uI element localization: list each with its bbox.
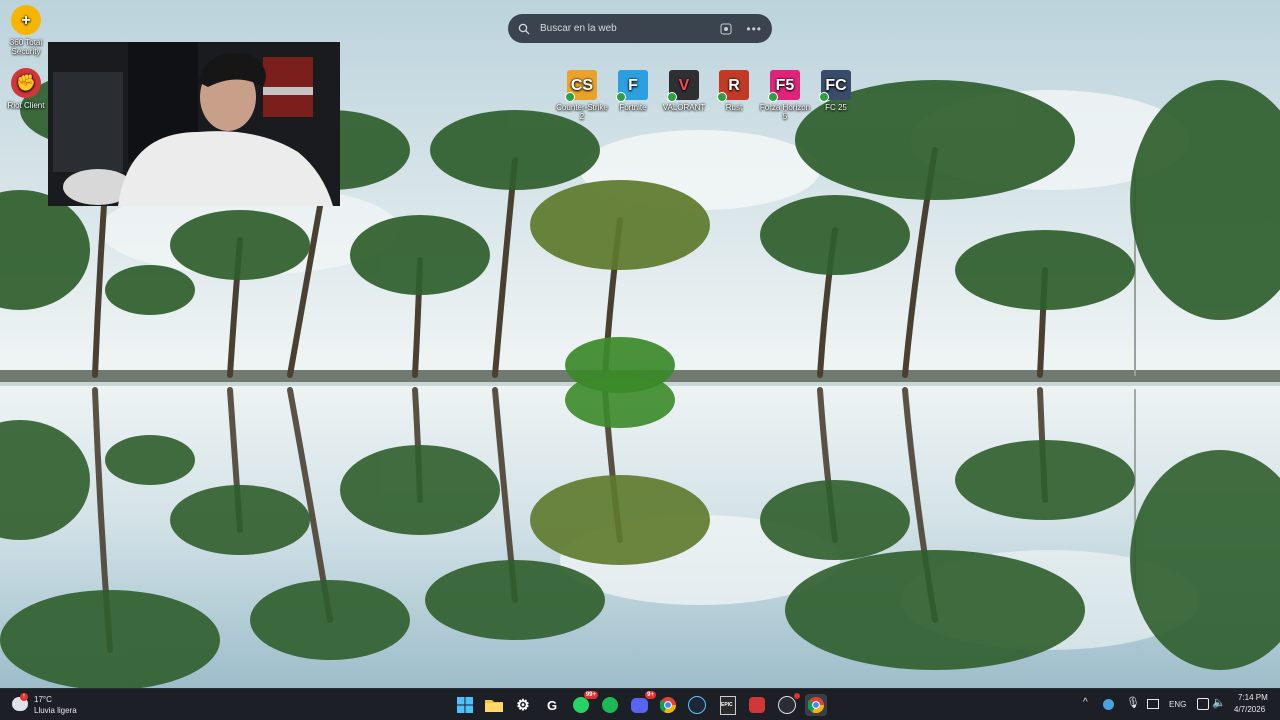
desktop-icon-label: Riot Client (7, 101, 45, 110)
opera-gx-icon: G (546, 697, 558, 713)
spotify-icon (602, 697, 618, 713)
network-icon[interactable] (1197, 698, 1209, 710)
taskbar-whatsapp[interactable]: 99+ (570, 691, 598, 716)
keyboard-layout-icon[interactable] (1147, 699, 1159, 709)
folder-icon (485, 700, 503, 712)
riot-client-icon: ✊ (11, 68, 41, 98)
clock-time[interactable]: 7:14 PM (1238, 693, 1268, 702)
desktop-icon-label: VALORANT (662, 103, 706, 112)
microphone-icon[interactable]: 🎙 (1126, 696, 1140, 709)
desktop-icon-fc-25[interactable]: FC FC 25 (810, 70, 862, 112)
taskbar-steam[interactable] (686, 694, 708, 716)
desktop-icon-counter-strike-2[interactable]: CS Counter-Strike 2 (556, 70, 608, 121)
valorant-icon: V (667, 70, 699, 102)
epic-games-icon: EPIC (720, 695, 736, 715)
desktop-icon-forza-horizon-5[interactable]: F5 Forza Horizon 5 (759, 70, 811, 121)
taskbar-file-explorer[interactable] (483, 694, 505, 716)
rust-icon: R (717, 70, 749, 102)
taskbar: ! 17°C Lluvia ligera ⚙ G 99+ 9+ EPIC ^ 🎙… (0, 688, 1280, 720)
volume-icon[interactable]: 🔈 (1212, 696, 1226, 709)
taskbar-epic-games[interactable]: EPIC (717, 694, 739, 716)
desktop-icon-valorant[interactable]: V VALORANT (658, 70, 710, 112)
desktop-icon-rust[interactable]: R Rust (708, 70, 760, 112)
start-button[interactable] (454, 694, 476, 716)
fortnite-icon: F (616, 70, 648, 102)
chevron-up-icon[interactable]: ^ (1083, 697, 1088, 708)
whatsapp-icon (573, 697, 589, 713)
recording-indicator-icon (794, 693, 800, 699)
weather-description: Lluvia ligera (34, 706, 77, 715)
more-options-icon[interactable]: ••• (746, 22, 762, 36)
taskbar-spotify[interactable] (599, 694, 621, 716)
steam-icon (688, 696, 706, 714)
desktop-icon-label: FC 25 (825, 103, 847, 112)
riot-client-icon (749, 697, 765, 713)
taskbar-chrome[interactable] (657, 694, 679, 716)
taskbar-discord[interactable]: 9+ (628, 691, 656, 716)
search-icon (518, 23, 530, 34)
weather-widget[interactable]: ! 17°C Lluvia ligera (10, 693, 100, 717)
weather-alert-badge: ! (20, 693, 28, 701)
desktop-icon-riot-client[interactable]: ✊ Riot Client (0, 68, 52, 110)
taskbar-riot-client[interactable] (746, 694, 768, 716)
360-total-security-icon: + (11, 5, 41, 35)
onedrive-icon[interactable] (1103, 699, 1114, 710)
desktop-icon-label: 360 Total Security (9, 38, 43, 56)
taskbar-opera-gx[interactable]: G (541, 694, 563, 716)
taskbar-obs[interactable] (776, 693, 800, 716)
taskbar-chrome-active[interactable] (805, 694, 827, 716)
visual-search-icon[interactable] (720, 23, 732, 35)
obs-icon (778, 696, 796, 714)
desktop-icon-label: Rust (725, 103, 743, 112)
desktop-icon-label: Forza Horizon 5 (759, 103, 811, 121)
webcam-overlay (48, 42, 340, 206)
taskbar-settings[interactable]: ⚙ (512, 694, 534, 716)
desktop-icon-360-total-security[interactable]: + 360 Total Security (0, 5, 52, 56)
search-placeholder: Buscar en la web (540, 23, 617, 34)
weather-temperature: 17°C (34, 695, 52, 704)
web-search-bar[interactable]: Buscar en la web ••• (508, 14, 772, 43)
windows-logo-icon (457, 697, 473, 713)
desktop-icon-label: Counter-Strike 2 (556, 103, 608, 121)
language-indicator[interactable]: ENG (1169, 700, 1186, 709)
discord-icon (630, 697, 648, 713)
fc-25-icon: FC (819, 70, 851, 102)
desktop-icon-fortnite[interactable]: F Fortnite (607, 70, 659, 112)
forza-horizon-5-icon: F5 (768, 70, 800, 102)
chrome-icon (808, 697, 824, 713)
chrome-icon (660, 697, 676, 713)
gear-icon: ⚙ (516, 697, 530, 714)
counter-strike-2-icon: CS (565, 70, 597, 102)
webcam-feed-image (48, 42, 340, 206)
whatsapp-unread-badge: 99+ (583, 691, 598, 699)
clock-date[interactable]: 4/7/2026 (1234, 705, 1265, 714)
desktop-icon-label: Fortnite (619, 103, 647, 112)
discord-unread-badge: 9+ (645, 691, 656, 699)
